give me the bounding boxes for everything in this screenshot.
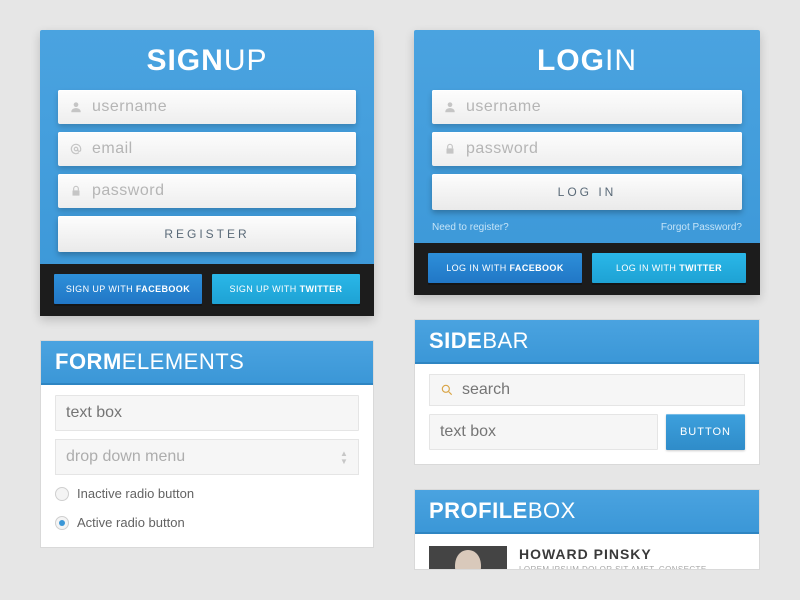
- radio-icon: [55, 516, 69, 530]
- lock-icon: [442, 141, 458, 157]
- signup-twitter-button[interactable]: SIGN UP WITH TWITTER: [212, 274, 360, 304]
- radio-active-row[interactable]: Active radio button: [55, 512, 359, 533]
- radio-inactive-row[interactable]: Inactive radio button: [55, 483, 359, 504]
- signup-email-input[interactable]: [92, 140, 346, 158]
- login-card: LOGIN LOG IN Need to register? Forgot Pa…: [414, 30, 760, 295]
- profile-name: HOWARD PINSKY: [519, 546, 707, 562]
- radio-label: Active radio button: [77, 515, 185, 530]
- profile-info: HOWARD PINSKY LOREM IPSUM DOLOR SIT AMET…: [519, 546, 707, 570]
- signup-social-footer: SIGN UP WITH FACEBOOK SIGN UP WITH TWITT…: [40, 264, 374, 316]
- avatar: [429, 546, 507, 570]
- profile-card: PROFILEBOX HOWARD PINSKY LOREM IPSUM DOL…: [414, 489, 760, 570]
- login-username-input[interactable]: [466, 98, 732, 116]
- profile-title: PROFILEBOX: [415, 490, 759, 534]
- signup-password-input[interactable]: [92, 182, 346, 200]
- sidebar-card: SIDEBAR BUTTON: [414, 319, 760, 465]
- register-link[interactable]: Need to register?: [432, 222, 509, 233]
- form-elements-card: FORMELEMENTS drop down menu ▲▼ Inactive …: [40, 340, 374, 548]
- user-icon: [68, 99, 84, 115]
- login-username-field[interactable]: [432, 90, 742, 124]
- login-title: LOGIN: [432, 44, 742, 78]
- form-dropdown[interactable]: drop down menu ▲▼: [55, 439, 359, 475]
- login-button[interactable]: LOG IN: [432, 174, 742, 210]
- signup-facebook-button[interactable]: SIGN UP WITH FACEBOOK: [54, 274, 202, 304]
- chevron-updown-icon: ▲▼: [340, 450, 348, 465]
- signup-username-input[interactable]: [92, 98, 346, 116]
- sidebar-search-field[interactable]: [429, 374, 745, 406]
- login-social-footer: LOG IN WITH FACEBOOK LOG IN WITH TWITTER: [414, 243, 760, 295]
- login-twitter-button[interactable]: LOG IN WITH TWITTER: [592, 253, 746, 283]
- radio-icon: [55, 487, 69, 501]
- profile-desc: LOREM IPSUM DOLOR SIT AMET, CONSECTE: [519, 565, 707, 570]
- login-password-field[interactable]: [432, 132, 742, 166]
- forgot-password-link[interactable]: Forgot Password?: [661, 222, 742, 233]
- radio-label: Inactive radio button: [77, 486, 194, 501]
- at-icon: [68, 141, 84, 157]
- signup-card: SIGNUP REGISTER SIGN UP WITH FACEBOOK SI…: [40, 30, 374, 316]
- signup-title: SIGNUP: [58, 44, 356, 78]
- search-icon: [440, 383, 454, 397]
- sidebar-title: SIDEBAR: [415, 320, 759, 364]
- signup-password-field[interactable]: [58, 174, 356, 208]
- form-elements-title: FORMELEMENTS: [41, 341, 373, 385]
- sidebar-button[interactable]: BUTTON: [666, 414, 745, 450]
- register-button[interactable]: REGISTER: [58, 216, 356, 252]
- login-facebook-button[interactable]: LOG IN WITH FACEBOOK: [428, 253, 582, 283]
- signup-username-field[interactable]: [58, 90, 356, 124]
- lock-icon: [68, 183, 84, 199]
- sidebar-search-input[interactable]: [462, 381, 734, 399]
- form-textbox[interactable]: [55, 395, 359, 431]
- form-dropdown-label: drop down menu: [66, 448, 185, 466]
- login-password-input[interactable]: [466, 140, 732, 158]
- signup-email-field[interactable]: [58, 132, 356, 166]
- user-icon: [442, 99, 458, 115]
- sidebar-textbox[interactable]: [429, 414, 658, 450]
